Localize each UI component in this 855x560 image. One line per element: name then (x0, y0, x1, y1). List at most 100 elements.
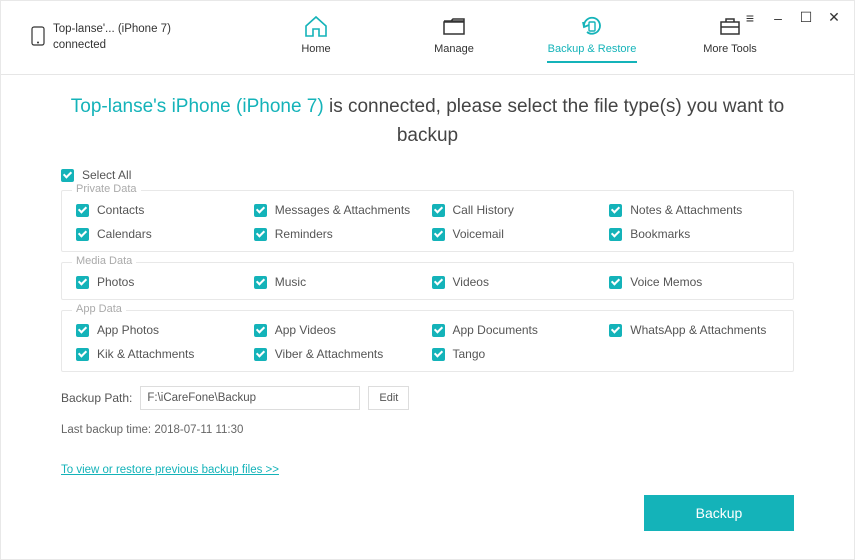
last-backup-time: Last backup time: 2018-07-11 11:30 (61, 424, 794, 436)
checkbox-icon[interactable] (432, 276, 445, 289)
checkbox-item[interactable]: Notes & Attachments (609, 203, 779, 217)
view-previous-link[interactable]: To view or restore previous backup files… (61, 464, 279, 476)
app-grid: App Photos App Videos App Documents WhatsAp… (76, 323, 779, 361)
menu-icon[interactable]: ≡ (742, 10, 758, 26)
item-label: Messages & Attachments (275, 203, 410, 217)
select-all-row[interactable]: Select All (61, 168, 794, 182)
checkbox-item[interactable]: App Videos (254, 323, 424, 337)
item-label: App Photos (97, 323, 159, 337)
group-title: Private Data (72, 183, 141, 195)
group-private-data: Private Data ContactsMessages & Attachme… (61, 190, 794, 252)
maximize-icon[interactable]: ☐ (798, 9, 814, 26)
toolbox-icon (717, 13, 743, 39)
item-label: Tango (453, 347, 486, 361)
item-label: Call History (453, 203, 514, 217)
item-label: Videos (453, 275, 489, 289)
checkbox-icon[interactable] (76, 348, 89, 361)
media-grid: Photos Music Videos Voice Memos (76, 275, 779, 289)
checkbox-item[interactable]: Photos (76, 275, 246, 289)
checkbox-icon[interactable] (254, 228, 267, 241)
content: Top-lanse's iPhone (iPhone 7) is connect… (1, 75, 854, 476)
window-controls: ≡ – ☐ ✕ (742, 9, 842, 26)
checkbox-icon[interactable] (254, 324, 267, 337)
tab-home[interactable]: Home (271, 13, 361, 63)
checkbox-icon[interactable] (609, 324, 622, 337)
checkbox-icon[interactable] (76, 228, 89, 241)
device-status: connected (53, 38, 171, 54)
edit-button[interactable]: Edit (368, 386, 409, 410)
checkbox-icon[interactable] (432, 348, 445, 361)
item-label: App Videos (275, 323, 336, 337)
headline: Top-lanse's iPhone (iPhone 7) is connect… (61, 93, 794, 150)
tab-label: More Tools (703, 43, 757, 55)
item-label: Reminders (275, 227, 333, 241)
item-label: Music (275, 275, 306, 289)
checkbox-icon[interactable] (432, 324, 445, 337)
checkbox-icon[interactable] (432, 204, 445, 217)
headline-device: Top-lanse's iPhone (iPhone 7) (71, 96, 324, 117)
tab-label: Backup & Restore (548, 43, 637, 55)
checkbox-icon[interactable] (254, 276, 267, 289)
checkbox-icon[interactable] (609, 276, 622, 289)
item-label: Voice Memos (630, 275, 702, 289)
checkbox-icon[interactable] (609, 228, 622, 241)
close-icon[interactable]: ✕ (826, 9, 842, 26)
nav: Home Manage Backup & Restore More Tools (271, 13, 775, 63)
tab-manage[interactable]: Manage (409, 13, 499, 63)
checkbox-item[interactable]: App Documents (432, 323, 602, 337)
checkbox-item[interactable]: Bookmarks (609, 227, 779, 241)
item-label: Calendars (97, 227, 152, 241)
checkbox-item[interactable]: App Photos (76, 323, 246, 337)
device-info: Top-lanse'... (iPhone 7) connected (31, 22, 231, 53)
checkbox-item[interactable]: Videos (432, 275, 602, 289)
item-label: WhatsApp & Attachments (630, 323, 766, 337)
checkbox-item[interactable]: Contacts (76, 203, 246, 217)
checkbox-item[interactable]: Kik & Attachments (76, 347, 246, 361)
checkbox-icon[interactable] (76, 324, 89, 337)
item-label: Viber & Attachments (275, 347, 384, 361)
private-grid: Contacts Messages & Attachments Call Histo… (76, 203, 779, 241)
checkbox-item[interactable]: Music (254, 275, 424, 289)
item-label: Contacts (97, 203, 144, 217)
device-name: Top-lanse'... (iPhone 7) (53, 22, 171, 38)
checkbox-icon[interactable] (609, 204, 622, 217)
checkbox-icon[interactable] (76, 204, 89, 217)
select-all-label: Select All (82, 168, 131, 182)
group-title: Media Data (72, 255, 136, 267)
checkbox-item[interactable]: Reminders (254, 227, 424, 241)
checkbox-icon[interactable] (61, 169, 74, 182)
backup-path-row: Backup Path: Edit (61, 386, 794, 410)
checkbox-icon[interactable] (76, 276, 89, 289)
checkbox-icon[interactable] (432, 228, 445, 241)
item-label: Bookmarks (630, 227, 690, 241)
checkbox-item[interactable]: Voicemail (432, 227, 602, 241)
folder-icon (441, 13, 467, 39)
tab-backup-restore[interactable]: Backup & Restore (547, 13, 637, 63)
item-label: Photos (97, 275, 134, 289)
checkbox-icon[interactable] (254, 348, 267, 361)
backup-path-input[interactable] (140, 386, 360, 410)
group-media-data: Media Data PhotosMusicVideosVoice Memos (61, 262, 794, 300)
checkbox-item[interactable]: Calendars (76, 227, 246, 241)
restore-icon (578, 13, 606, 39)
item-label: App Documents (453, 323, 538, 337)
item-label: Notes & Attachments (630, 203, 742, 217)
group-title: App Data (72, 303, 126, 315)
checkbox-item[interactable]: Messages & Attachments (254, 203, 424, 217)
tab-label: Manage (434, 43, 474, 55)
group-app-data: App Data App PhotosApp VideosApp Documen… (61, 310, 794, 372)
minimize-icon[interactable]: – (770, 10, 786, 26)
header: Top-lanse'... (iPhone 7) connected Home … (1, 1, 854, 75)
tab-label: Home (301, 43, 330, 55)
checkbox-item[interactable]: Viber & Attachments (254, 347, 424, 361)
backup-button[interactable]: Backup (644, 495, 794, 531)
backup-path-label: Backup Path: (61, 391, 132, 405)
checkbox-item[interactable]: WhatsApp & Attachments (609, 323, 779, 337)
item-label: Voicemail (453, 227, 504, 241)
checkbox-item[interactable]: Call History (432, 203, 602, 217)
phone-icon (31, 26, 45, 49)
checkbox-item[interactable]: Voice Memos (609, 275, 779, 289)
checkbox-icon[interactable] (254, 204, 267, 217)
item-label: Kik & Attachments (97, 347, 194, 361)
checkbox-item[interactable]: Tango (432, 347, 602, 361)
